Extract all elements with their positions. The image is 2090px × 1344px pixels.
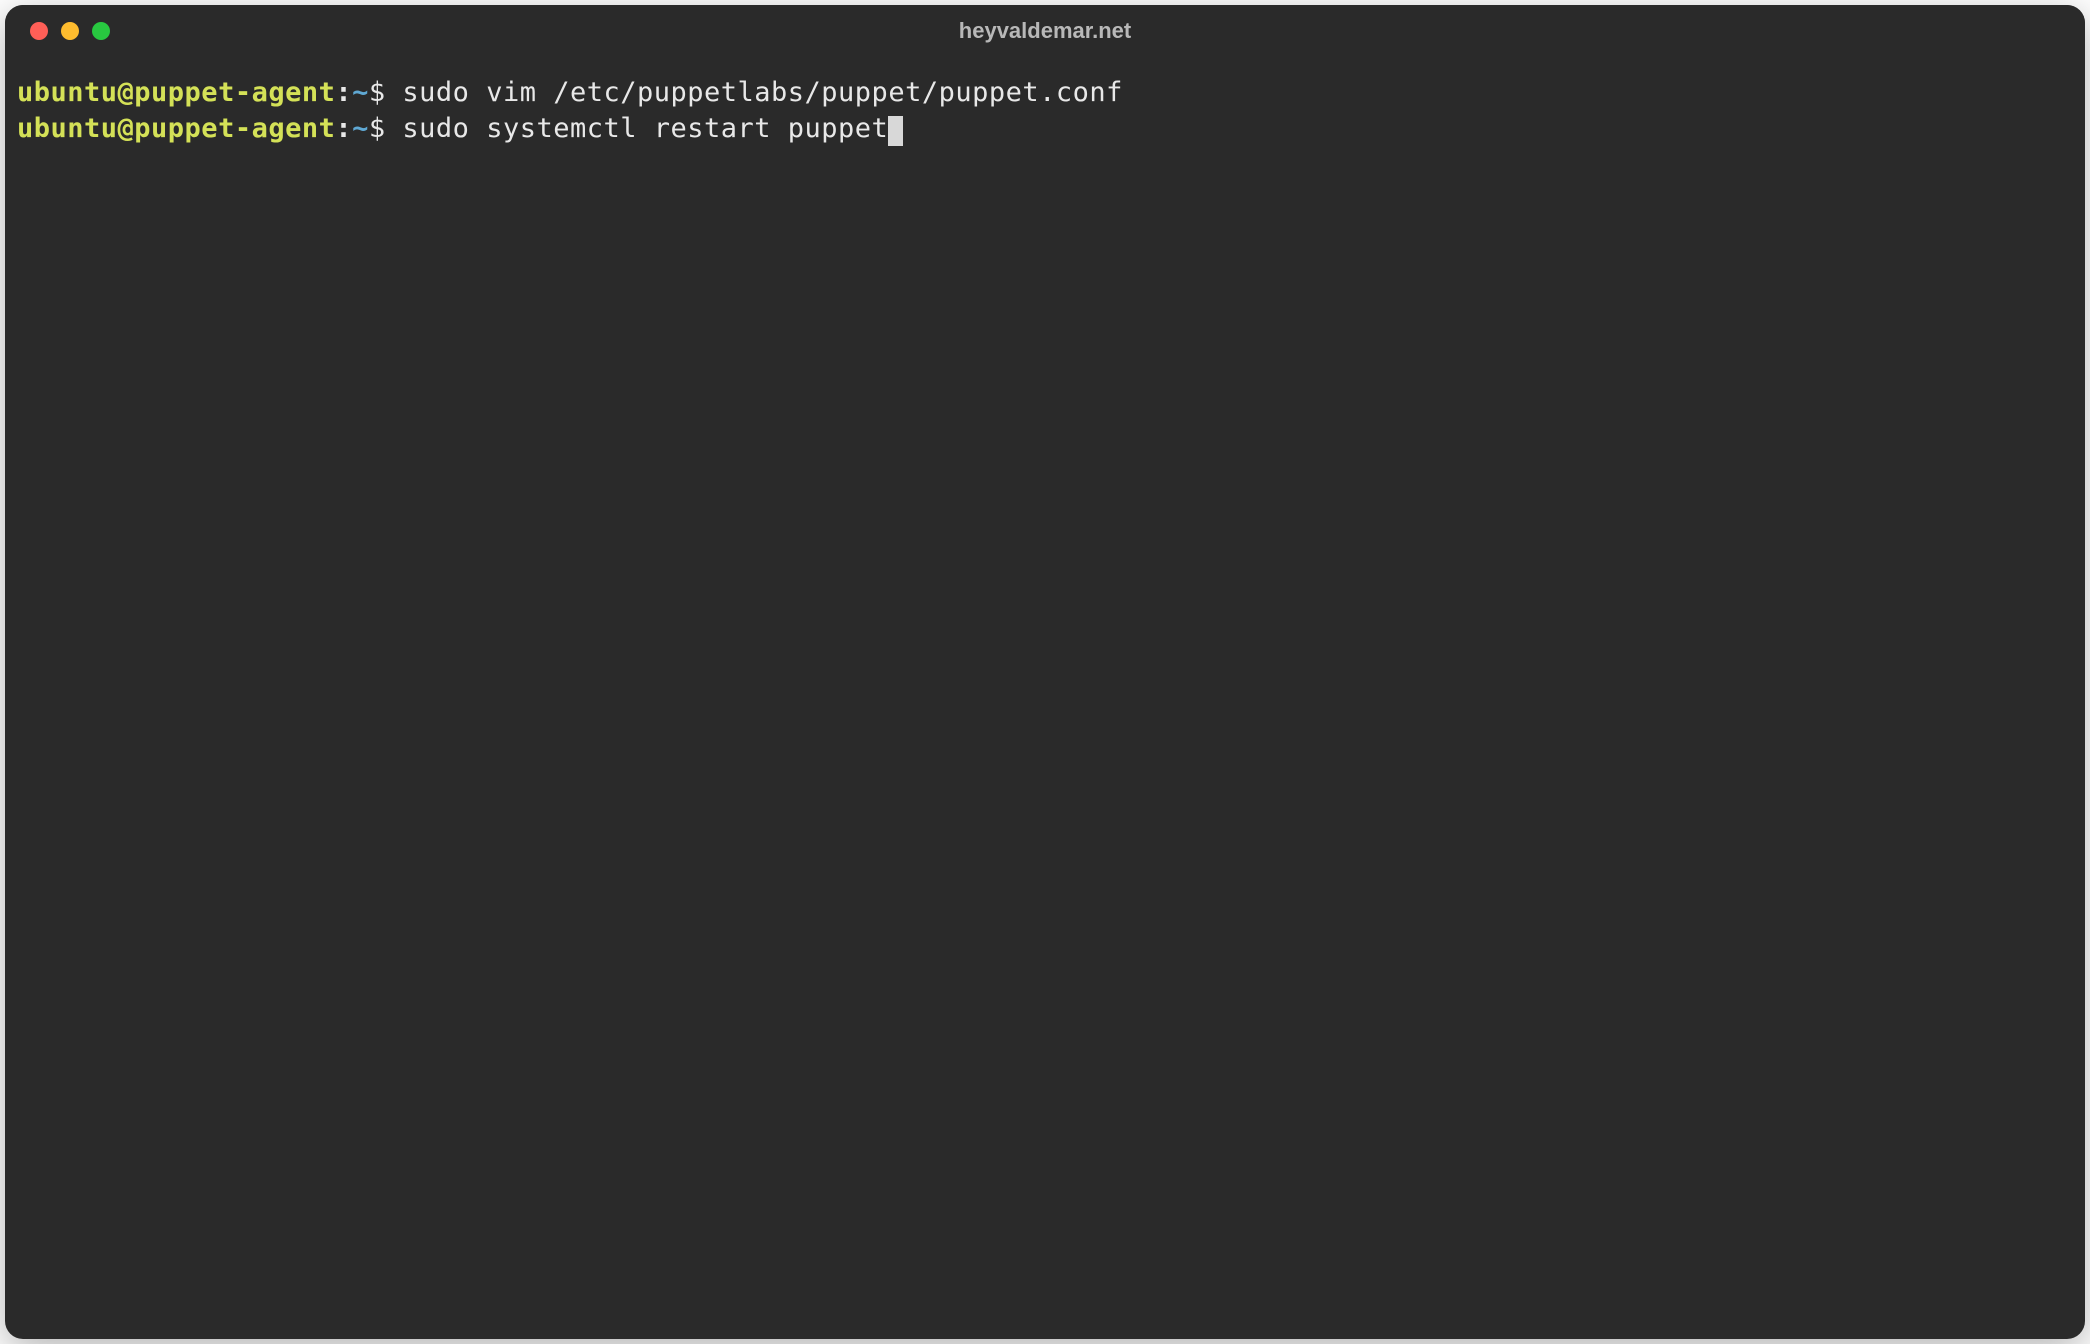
command-text: sudo systemctl restart puppet [386,113,889,144]
prompt-symbol: $ [369,113,386,144]
terminal-line: ubuntu@puppet-agent:~$ sudo systemctl re… [17,111,2073,147]
command-text: sudo vim /etc/puppetlabs/puppet/puppet.c… [386,77,1123,108]
prompt-path: ~ [352,77,369,108]
prompt-user: ubuntu@puppet-agent [17,113,335,144]
traffic-lights [30,22,110,40]
cursor-icon [888,116,903,146]
minimize-icon[interactable] [61,22,79,40]
terminal-window: heyvaldemar.net ubuntu@puppet-agent:~$ s… [5,5,2085,1339]
prompt-colon: : [335,113,352,144]
close-icon[interactable] [30,22,48,40]
title-bar[interactable]: heyvaldemar.net [5,5,2085,57]
terminal-body[interactable]: ubuntu@puppet-agent:~$ sudo vim /etc/pup… [5,57,2085,1339]
window-title: heyvaldemar.net [959,18,1131,44]
prompt-path: ~ [352,113,369,144]
prompt-user: ubuntu@puppet-agent [17,77,335,108]
maximize-icon[interactable] [92,22,110,40]
terminal-line: ubuntu@puppet-agent:~$ sudo vim /etc/pup… [17,75,2073,111]
prompt-symbol: $ [369,77,386,108]
prompt-colon: : [335,77,352,108]
